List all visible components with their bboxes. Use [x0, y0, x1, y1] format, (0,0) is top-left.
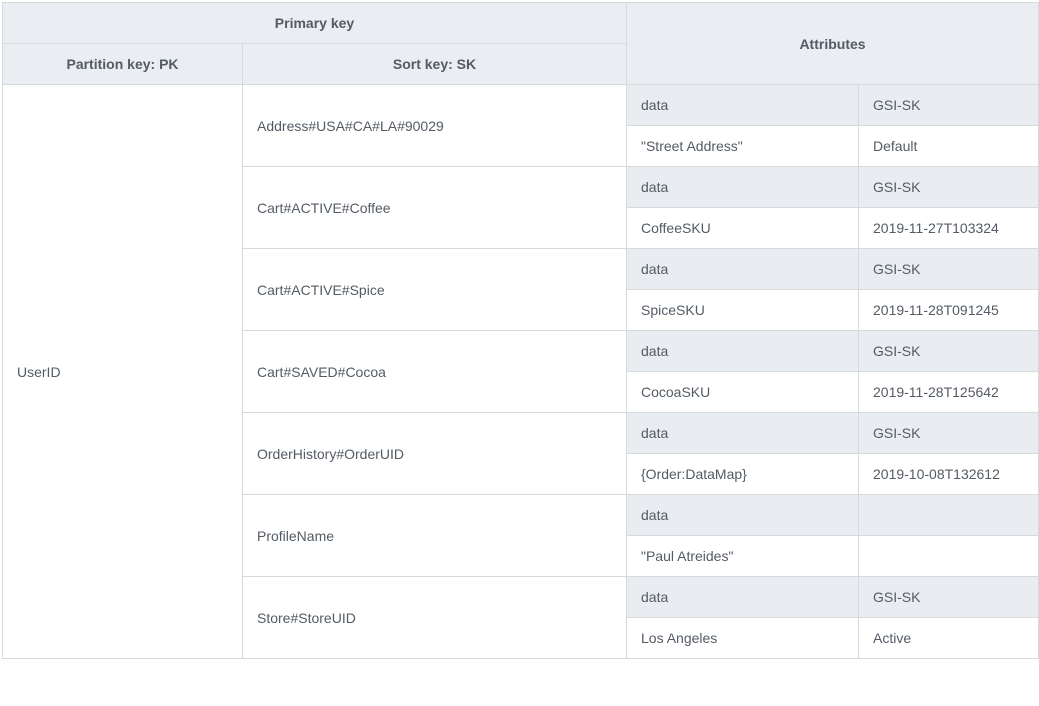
attr-value-cell: CoffeeSKU — [627, 208, 859, 249]
attr-value-cell: "Street Address" — [627, 126, 859, 167]
header-attributes: Attributes — [627, 3, 1039, 85]
attr-value-cell: Default — [859, 126, 1039, 167]
sort-key-cell: Cart#SAVED#Cocoa — [243, 331, 627, 413]
attr-value-cell: SpiceSKU — [627, 290, 859, 331]
attr-value-cell: {Order:DataMap} — [627, 454, 859, 495]
attr-value-cell: 2019-11-27T103324 — [859, 208, 1039, 249]
attr-header-cell: GSI-SK — [859, 577, 1039, 618]
attr-value-cell: "Paul Atreides" — [627, 536, 859, 577]
sort-key-cell: ProfileName — [243, 495, 627, 577]
sort-key-cell: OrderHistory#OrderUID — [243, 413, 627, 495]
attr-value-cell: CocoaSKU — [627, 372, 859, 413]
attr-header-cell: GSI-SK — [859, 167, 1039, 208]
attr-header-cell: data — [627, 577, 859, 618]
header-sort-key: Sort key: SK — [243, 44, 627, 85]
header-partition-key: Partition key: PK — [3, 44, 243, 85]
sort-key-cell: Cart#ACTIVE#Spice — [243, 249, 627, 331]
attr-header-cell — [859, 495, 1039, 536]
partition-key-cell: UserID — [3, 85, 243, 659]
attr-header-cell: GSI-SK — [859, 85, 1039, 126]
attr-value-cell: Active — [859, 618, 1039, 659]
attr-header-cell: data — [627, 167, 859, 208]
attr-header-cell: data — [627, 495, 859, 536]
sort-key-cell: Address#USA#CA#LA#90029 — [243, 85, 627, 167]
attr-value-cell: 2019-10-08T132612 — [859, 454, 1039, 495]
header-primary-key: Primary key — [3, 3, 627, 44]
attr-header-cell: data — [627, 331, 859, 372]
sort-key-cell: Store#StoreUID — [243, 577, 627, 659]
attr-header-cell: GSI-SK — [859, 331, 1039, 372]
attr-header-cell: data — [627, 413, 859, 454]
attr-header-cell: GSI-SK — [859, 249, 1039, 290]
attr-header-cell: GSI-SK — [859, 413, 1039, 454]
attr-header-cell: data — [627, 85, 859, 126]
attr-value-cell: 2019-11-28T091245 — [859, 290, 1039, 331]
dynamodb-single-table: Primary key Attributes Partition key: PK… — [2, 2, 1039, 659]
attr-value-cell: Los Angeles — [627, 618, 859, 659]
sort-key-cell: Cart#ACTIVE#Coffee — [243, 167, 627, 249]
attr-value-cell — [859, 536, 1039, 577]
attr-header-cell: data — [627, 249, 859, 290]
attr-value-cell: 2019-11-28T125642 — [859, 372, 1039, 413]
